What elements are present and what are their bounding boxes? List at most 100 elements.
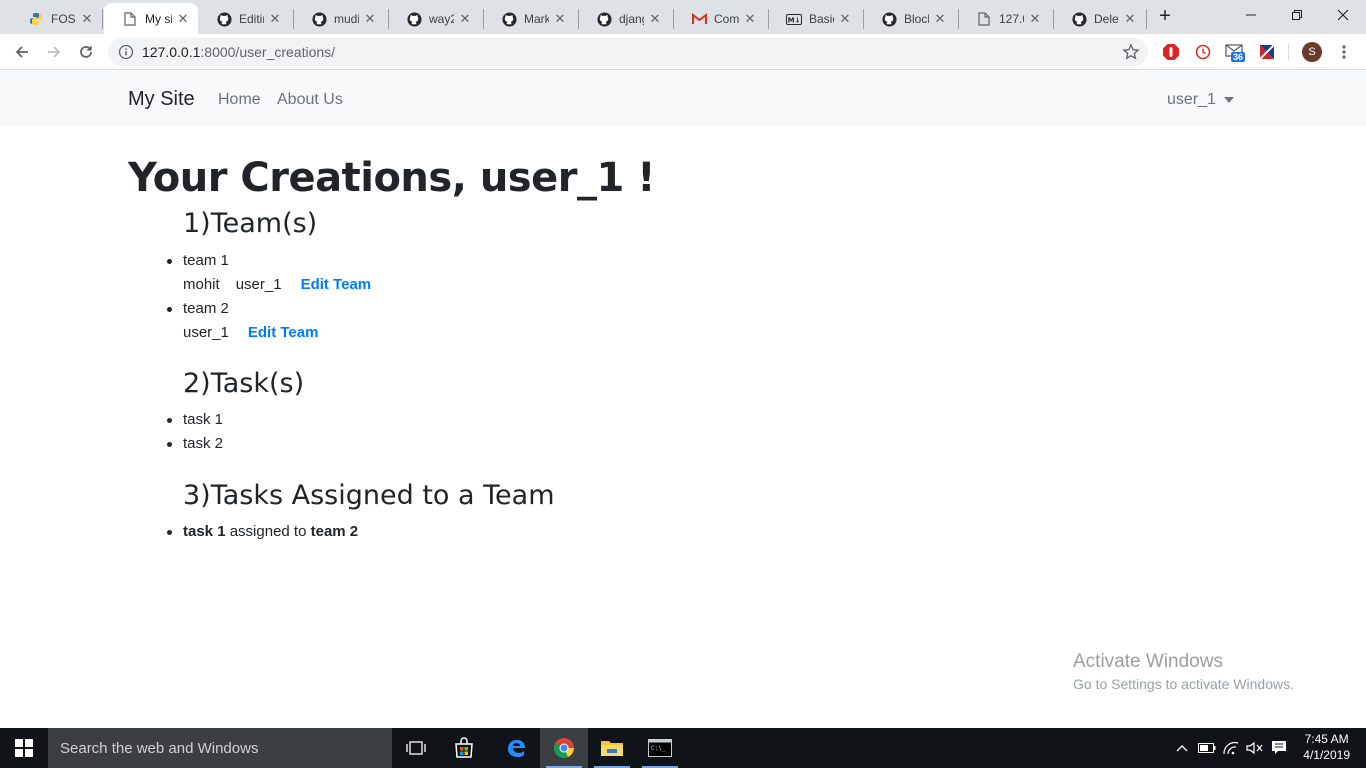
forward-button[interactable] [42,40,66,64]
flag-extension-icon[interactable] [1257,42,1277,62]
assigned-task: task 1 [183,523,226,540]
battery-indicator[interactable] [1196,728,1218,768]
reload-button[interactable] [74,40,98,64]
tasks-list: task 1 task 2 [164,408,1228,456]
reload-icon [80,46,92,58]
browser-tab[interactable]: FOSS ✕ [10,4,102,34]
tab-title: way2r [429,12,454,26]
close-icon[interactable]: ✕ [80,12,94,26]
restore-button[interactable] [1274,0,1320,30]
close-icon[interactable]: ✕ [553,12,567,26]
adblock-extension-icon[interactable] [1161,42,1181,62]
tab-title: Block [904,12,929,26]
close-icon[interactable]: ✕ [933,12,947,26]
address-bar[interactable]: 127.0.0.1:8000/user_creations/ [108,38,1148,66]
wifi-indicator[interactable] [1220,728,1242,768]
wifi-icon [1223,741,1239,755]
close-icon[interactable]: ✕ [458,12,472,26]
close-icon[interactable]: ✕ [838,12,852,26]
github-icon [216,11,232,27]
browser-tab[interactable]: Block ✕ [863,4,955,34]
browser-tab[interactable]: Editin ✕ [198,4,290,34]
start-button[interactable] [0,728,48,768]
close-icon[interactable]: ✕ [648,12,662,26]
close-icon[interactable]: ✕ [176,11,190,26]
chrome-icon [553,738,574,759]
bookmark-star-icon[interactable] [1122,43,1140,61]
info-icon[interactable] [118,44,134,60]
nav-about-link[interactable]: About Us [277,91,343,109]
taskbar-search-box[interactable]: Search the web and Windows [48,728,392,768]
github-icon [311,11,327,27]
browser-tab[interactable]: Mark ✕ [483,4,575,34]
site-navbar: My Site Home About Us user_1 [0,71,1366,127]
browser-tab-active[interactable]: My sit ✕ [104,3,198,34]
mail-checker-extension-icon[interactable]: 36 [1225,42,1246,62]
new-tab-button[interactable]: + [1154,5,1176,27]
url-text[interactable]: 127.0.0.1:8000/user_creations/ [142,44,335,60]
browser-tab[interactable]: way2r ✕ [388,4,480,34]
github-icon [1071,11,1087,27]
browser-tab[interactable]: M↓ Basic ✕ [768,4,860,34]
edge-app[interactable] [492,728,540,768]
browser-tab[interactable]: 127.0 ✕ [958,4,1050,34]
tab-title: FOSS [51,12,76,26]
tab-title: djang [619,12,644,26]
tasks-heading: 2)Task(s) [183,368,305,399]
browser-tab[interactable]: mudit ✕ [293,4,385,34]
tasks-section: 2)Task(s) task 1 task 2 [167,367,1228,456]
close-icon[interactable]: ✕ [363,12,377,26]
user-dropdown-label: user_1 [1167,91,1216,108]
activate-windows-subtitle: Go to Settings to activate Windows. [1073,676,1294,692]
browser-toolbar: 127.0.0.1:8000/user_creations/ 36 S [0,34,1366,70]
battery-icon [1198,743,1216,753]
task-view-button[interactable] [392,728,440,768]
tab-strip: FOSS ✕ My sit ✕ Editin ✕ mudit ✕ way2r ✕… [0,0,1366,34]
store-app[interactable] [440,728,488,768]
edit-team-link[interactable]: Edit Team [248,321,319,345]
close-icon[interactable]: ✕ [268,12,282,26]
show-hidden-icons[interactable] [1172,728,1192,768]
team-member: user_1 [235,276,282,293]
assignments-list: task 1 assigned to team 2 [164,520,1228,544]
tab-title: Delet [1094,12,1119,26]
browser-tab[interactable]: Delet ✕ [1053,4,1145,34]
teams-heading: 1)Team(s) [183,208,318,239]
markdown-icon: M↓ [786,11,802,27]
tab-title: Basic [809,12,834,26]
clock-extension-icon[interactable] [1193,42,1213,62]
nav-home-link[interactable]: Home [218,91,261,109]
site-brand[interactable]: My Site [128,88,195,111]
github-icon [406,11,422,27]
browser-tab[interactable]: djang ✕ [578,4,670,34]
user-dropdown[interactable]: user_1 [1167,91,1234,109]
action-center-button[interactable] [1268,728,1290,768]
tab-title: Comp [714,12,739,26]
forward-arrow-icon [48,46,61,58]
file-explorer-app[interactable] [588,728,636,768]
browser-tab[interactable]: Comp ✕ [673,4,765,34]
taskbar-clock[interactable]: 7:45 AM 4/1/2019 [1303,731,1350,763]
caret-down-icon [1223,97,1234,103]
minimize-button[interactable] [1228,0,1274,30]
tab-title: mudit [334,12,359,26]
close-icon[interactable]: ✕ [1123,12,1137,26]
menu-icon[interactable] [1334,42,1354,62]
profile-avatar[interactable]: S [1302,42,1322,62]
restore-icon [1292,10,1302,20]
chrome-app[interactable] [540,728,588,768]
close-window-button[interactable] [1320,0,1366,30]
terminal-app[interactable]: C:\_ [636,728,684,768]
volume-indicator[interactable] [1244,728,1266,768]
page-title: Your Creations, user_1 ! [128,155,655,201]
svg-text:M↓: M↓ [788,16,801,24]
python-icon [28,11,44,27]
edit-team-link[interactable]: Edit Team [301,273,372,297]
close-icon[interactable]: ✕ [743,12,757,26]
close-icon[interactable]: ✕ [1028,12,1042,26]
volume-muted-icon [1246,741,1263,755]
activate-windows-title: Activate Windows [1073,651,1223,672]
page-icon [976,11,992,27]
team-members: user_1 Edit Team [183,321,1228,345]
back-button[interactable] [10,40,34,64]
